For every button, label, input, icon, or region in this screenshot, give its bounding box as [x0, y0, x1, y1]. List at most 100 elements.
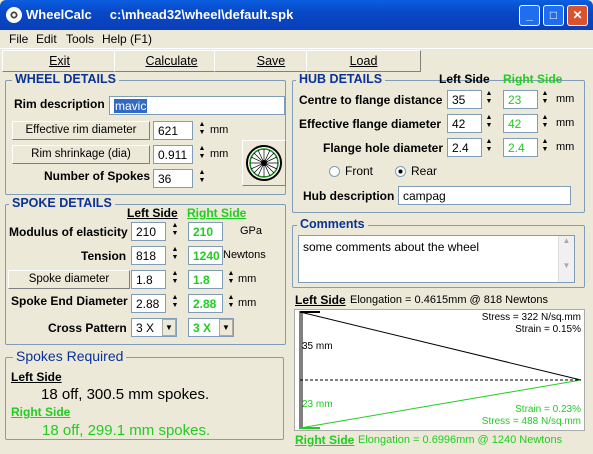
left-strain: Strain = 0.15%	[515, 324, 581, 335]
close-button[interactable]: ✕	[567, 5, 588, 26]
cross-pattern-label: Cross Pattern	[48, 321, 127, 335]
end-diameter-right-spinner[interactable]: ▲ ▼	[225, 294, 237, 312]
spoke-diameter-right-input[interactable]: 1.8	[188, 270, 223, 289]
hole-diameter-label: Flange hole diameter	[323, 141, 444, 155]
centre-right-input[interactable]: 23	[503, 90, 538, 109]
wheel-preview-button[interactable]	[242, 140, 286, 186]
number-of-spokes-input[interactable]: 36	[153, 169, 193, 188]
centre-left-input[interactable]: 35	[447, 90, 482, 109]
tension-unit: Newtons	[223, 249, 266, 261]
hub-description-input[interactable]: campag	[398, 186, 571, 205]
menu-help[interactable]: Help (F1)	[102, 32, 152, 46]
load-label: Load	[349, 54, 378, 68]
rear-radio-label: Rear	[411, 164, 438, 178]
centre-right-spinner[interactable]: ▲ ▼	[539, 90, 551, 108]
hub-details-title: HUB DETAILS	[296, 72, 386, 86]
effective-rim-diameter-input[interactable]: 621	[153, 121, 193, 140]
front-radio[interactable]	[329, 166, 340, 177]
eff-flange-right-input[interactable]: 42	[503, 114, 538, 133]
comments-title: Comments	[297, 217, 368, 231]
hub-description-label: Hub description	[303, 189, 395, 203]
required-right-text: 18 off, 299.1 mm spokes.	[42, 422, 211, 439]
effective-rim-diameter-button[interactable]: Effective rim diameter	[12, 121, 150, 140]
spoke-diameter-left-input[interactable]: 1.8	[131, 270, 166, 289]
cross-left-value: 3 X	[136, 321, 155, 335]
left-dimension-label: 35 mm	[302, 341, 333, 352]
rear-radio[interactable]	[395, 166, 406, 177]
eff-flange-right-spinner[interactable]: ▲ ▼	[539, 114, 551, 132]
right-stress: Stress = 488 N/sq.mm	[481, 416, 581, 427]
menu-file[interactable]: File	[9, 32, 28, 46]
rim-shrinkage-unit: mm	[210, 148, 229, 160]
rim-diameter-unit: mm	[210, 124, 229, 136]
required-left-text: 18 off, 300.5 mm spokes.	[41, 386, 210, 403]
tension-left-spinner[interactable]: ▲ ▼	[169, 246, 181, 264]
diagram-left-header: Left Side	[295, 293, 346, 307]
calculate-label: Calculate	[145, 54, 198, 68]
hole-right-input[interactable]: 2.4	[503, 138, 538, 157]
rim-diameter-spinner[interactable]: ▲ ▼	[196, 121, 208, 139]
spoke-diameter-unit: mm	[238, 273, 257, 285]
comments-scrollbar[interactable]: ▲ ▼	[558, 236, 574, 282]
front-radio-label: Front	[345, 164, 374, 178]
end-diameter-unit: mm	[238, 297, 257, 309]
centre-left-spinner[interactable]: ▲ ▼	[483, 90, 495, 108]
eff-flange-unit: mm	[556, 117, 575, 129]
spoke-end-diameter-label: Spoke End Diameter	[11, 294, 128, 308]
tension-right-input[interactable]: 1240	[188, 246, 223, 265]
modulus-right-input[interactable]: 210	[188, 222, 223, 241]
left-stress: Stress = 322 N/sq.mm	[481, 312, 581, 323]
hole-left-spinner[interactable]: ▲ ▼	[483, 138, 495, 156]
exit-button[interactable]: Exit	[2, 50, 117, 72]
end-diameter-left-input[interactable]: 2.88	[131, 294, 166, 313]
rim-shrinkage-input[interactable]: 0.911	[153, 145, 193, 164]
spoke-details-title: SPOKE DETAILS	[9, 196, 115, 210]
spoke-diameter-button[interactable]: Spoke diameter	[8, 270, 130, 289]
spoke-diagram: 35 mm 23 mm Stress = 322 N/sq.mm Strain …	[294, 309, 585, 431]
maximize-button[interactable]: □	[543, 5, 564, 26]
tension-label: Tension	[81, 249, 127, 263]
modulus-left-input[interactable]: 210	[131, 222, 166, 241]
modulus-left-spinner[interactable]: ▲ ▼	[169, 222, 181, 240]
end-diameter-left-spinner[interactable]: ▲ ▼	[169, 294, 181, 312]
centre-unit: mm	[556, 93, 575, 105]
cross-right-value: 3 X	[193, 321, 212, 335]
exit-label: Exit	[49, 54, 70, 68]
hole-unit: mm	[556, 141, 575, 153]
spoke-diameter-left-spinner[interactable]: ▲ ▼	[169, 270, 181, 288]
tension-left-input[interactable]: 818	[131, 246, 166, 265]
spoke-left-side-header: Left Side	[127, 206, 178, 220]
menu-edit[interactable]: Edit	[36, 32, 57, 46]
hole-right-spinner[interactable]: ▲ ▼	[539, 138, 551, 156]
required-right-header: Right Side	[11, 405, 71, 419]
cross-right-dropdown-icon[interactable]: ▼	[219, 319, 233, 336]
save-label: Save	[256, 54, 286, 68]
comments-textarea[interactable]: some comments about the wheel ▲ ▼	[298, 235, 575, 283]
wheel-details-title: WHEEL DETAILS	[12, 72, 119, 86]
calculate-button[interactable]: Calculate	[114, 50, 229, 72]
hole-left-input[interactable]: 2.4	[447, 138, 482, 157]
eff-flange-left-spinner[interactable]: ▲ ▼	[483, 114, 495, 132]
comments-text: some comments about the wheel	[303, 240, 480, 254]
load-button[interactable]: Load	[306, 50, 421, 72]
rim-shrinkage-spinner[interactable]: ▲ ▼	[196, 145, 208, 163]
wheel-icon	[246, 145, 282, 181]
end-diameter-right-input[interactable]: 2.88	[188, 294, 223, 313]
spoke-diameter-right-spinner[interactable]: ▲ ▼	[225, 270, 237, 288]
rim-shrinkage-button[interactable]: Rim shrinkage (dia)	[12, 145, 150, 164]
centre-flange-label: Centre to flange distance	[299, 93, 443, 107]
required-left-header: Left Side	[11, 370, 62, 384]
spokes-spinner[interactable]: ▲ ▼	[196, 169, 208, 187]
number-of-spokes-label: Number of Spokes	[44, 169, 151, 183]
window-title: WheelCalc c:\mhead32\wheel\default.spk	[26, 7, 294, 22]
eff-flange-left-input[interactable]: 42	[447, 114, 482, 133]
hub-right-side-header: Right Side	[503, 72, 563, 86]
spoke-right-side-header: Right Side	[187, 206, 247, 220]
minimize-button[interactable]: _	[519, 5, 540, 26]
menu-tools[interactable]: Tools	[66, 32, 94, 46]
diagram-left-elongation: Elongation = 0.4615mm @ 818 Newtons	[350, 294, 548, 306]
right-dimension-label: 23 mm	[302, 399, 333, 410]
cross-left-dropdown-icon[interactable]: ▼	[162, 319, 176, 336]
rim-description-input[interactable]: mavic	[109, 96, 285, 115]
modulus-unit: GPa	[240, 225, 263, 237]
